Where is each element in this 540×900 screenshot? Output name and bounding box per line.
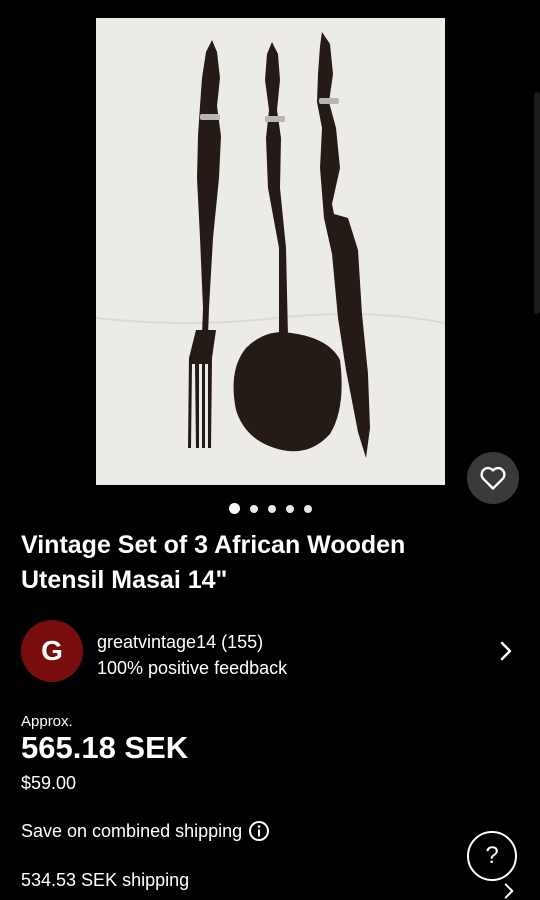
pagination-dot[interactable] <box>249 504 258 513</box>
heart-icon <box>480 466 506 490</box>
seller-name: greatvintage14 (155) <box>97 632 264 652</box>
seller-feedback: 100% positive feedback <box>97 658 288 678</box>
combined-shipping-label: Save on combined shipping <box>21 820 243 841</box>
chevron-right-icon <box>500 641 512 661</box>
shipping-cost: 534.53 SEK shipping <box>21 870 190 890</box>
avatar: G <box>21 620 83 682</box>
image-pagination <box>0 503 540 514</box>
pagination-dot[interactable] <box>228 503 240 514</box>
converted-price: 565.18 SEK <box>21 730 189 765</box>
pagination-dot[interactable] <box>303 504 312 513</box>
watch-button[interactable] <box>467 452 519 504</box>
product-image-illustration <box>96 18 445 485</box>
seller-row[interactable]: G greatvintage14 (155) 100% positive fee… <box>21 620 521 686</box>
info-icon[interactable] <box>248 820 270 842</box>
pagination-dot[interactable] <box>285 504 294 513</box>
product-image[interactable] <box>96 18 445 485</box>
listing-title: Vintage Set of 3 African Wooden Utensil … <box>21 531 406 594</box>
approx-label: Approx. <box>21 713 73 730</box>
pagination-dot[interactable] <box>267 504 276 513</box>
original-price: $59.00 <box>21 773 77 793</box>
chevron-right-icon[interactable] <box>502 882 516 900</box>
scrollbar[interactable] <box>534 92 540 314</box>
combined-shipping-row[interactable]: Save on combined shipping <box>21 820 270 842</box>
help-button[interactable]: ? <box>467 831 517 881</box>
